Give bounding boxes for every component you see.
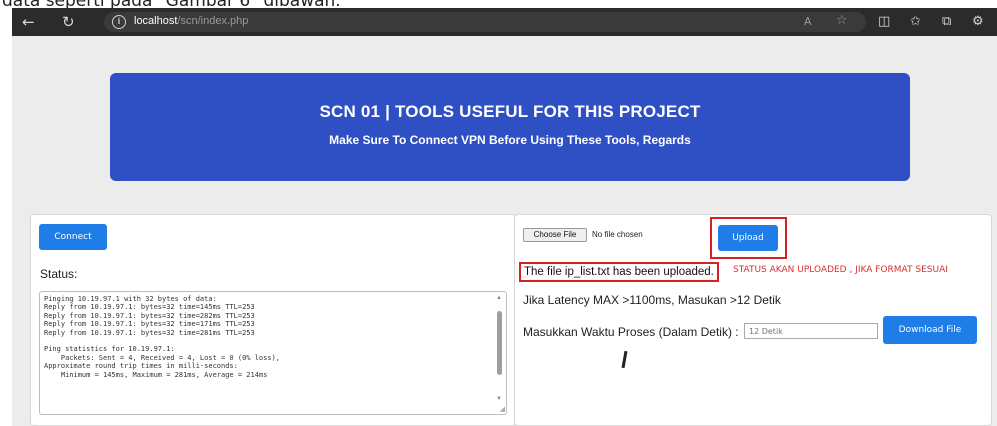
url-host: localhost [134,15,178,27]
split-screen-icon[interactable]: ◫ [878,13,890,31]
browser-window: ← ↻ i localhost/scn/index.php A ☆ ◫ ✩ ⧉ … [12,8,997,426]
page-subtitle: Make Sure To Connect VPN Before Using Th… [329,133,691,147]
upload-result-message: The file ip_list.txt has been uploaded. [519,262,719,282]
console-output: Pinging 10.19.97.1 with 32 bytes of data… [44,295,281,379]
upload-highlight-box: Upload [710,217,787,259]
resize-handle-icon[interactable]: ◢ [500,405,505,413]
upload-button[interactable]: Upload [718,225,778,251]
latency-hint: Jika Latency MAX >1100ms, Masukan >12 De… [523,293,781,307]
info-icon[interactable]: i [112,15,126,29]
status-console[interactable]: Pinging 10.19.97.1 with 32 bytes of data… [39,291,507,415]
choose-file-button[interactable]: Choose File [523,228,587,242]
upload-panel: Choose File No file chosen Upload The fi… [514,214,992,426]
text-cursor-icon [621,350,628,369]
status-label: Status: [40,267,78,281]
address-bar[interactable]: i localhost/scn/index.php A ☆ [104,12,866,32]
collections-icon[interactable]: ⧉ [942,13,951,31]
scrollbar-thumb[interactable] [497,311,502,375]
connect-button[interactable]: Connect [39,224,107,250]
file-status-text: No file chosen [592,230,643,239]
url-text: localhost/scn/index.php [134,15,248,27]
download-file-button[interactable]: Download File [883,316,977,344]
process-time-input[interactable] [744,323,878,339]
favorite-icon[interactable]: ☆ [836,12,848,30]
status-annotation: STATUS AKAN UPLOADED , JIKA FORMAT SESUA… [733,265,948,275]
read-aloud-icon[interactable]: A [804,13,812,31]
scroll-down-icon[interactable]: ▼ [496,396,502,402]
page-title: SCN 01 | TOOLS USEFUL FOR THIS PROJECT [319,102,701,121]
connect-panel: Connect Status: Pinging 10.19.97.1 with … [30,214,516,426]
refresh-icon[interactable]: ↻ [62,13,75,31]
page-content: SCN 01 | TOOLS USEFUL FOR THIS PROJECT M… [12,36,997,426]
url-path: /scn/index.php [177,15,249,27]
scroll-up-icon[interactable]: ▲ [496,295,502,301]
back-icon[interactable]: ← [22,13,35,31]
header-banner: SCN 01 | TOOLS USEFUL FOR THIS PROJECT M… [110,73,910,181]
process-time-label: Masukkan Waktu Proses (Dalam Detik) : [523,325,739,339]
browser-toolbar: ← ↻ i localhost/scn/index.php A ☆ ◫ ✩ ⧉ … [12,8,997,36]
favorites-list-icon[interactable]: ✩ [910,13,921,31]
extensions-icon[interactable]: ⚙ [972,13,984,31]
